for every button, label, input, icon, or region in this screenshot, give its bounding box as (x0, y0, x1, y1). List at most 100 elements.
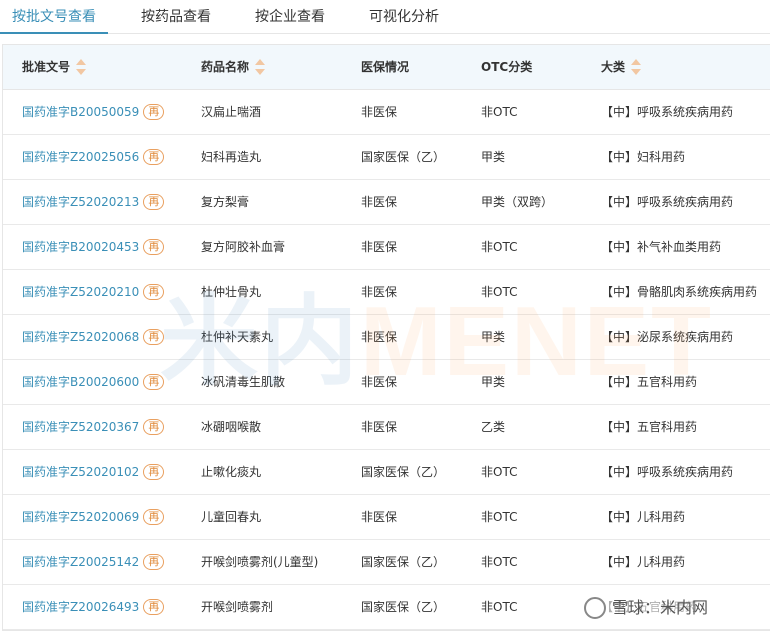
category-cell: 【中】儿科用药 (601, 510, 686, 524)
approval-cell: 国药准字B20020453 再 (22, 225, 165, 269)
insurance-cell: 非医保 (361, 510, 398, 524)
table-header: 批准文号 药品名称 医保情况 OTC分类 大类 (3, 45, 770, 90)
approval-cell: 国药准字B20050059 再 (22, 90, 165, 134)
table-row: 国药准字B20020600 再 冰矾清毒生肌散 非医保 甲类 【中】五官科用药 (3, 360, 770, 405)
insurance-cell: 非医保 (361, 375, 398, 389)
otc-cell: 非OTC (481, 285, 518, 299)
approval-cell: 国药准字Z52020213 再 (22, 180, 165, 224)
drug-name-cell: 开喉剑喷雾剂 (201, 600, 274, 614)
approval-number-link[interactable]: 国药准字Z20026493 (22, 600, 139, 614)
approval-cell: 国药准字Z52020068 再 (22, 315, 165, 359)
approval-number-link[interactable]: 国药准字Z52020102 (22, 465, 139, 479)
approval-number-link[interactable]: 国药准字Z20025142 (22, 555, 139, 569)
re-register-badge: 再 (143, 328, 165, 345)
re-register-badge: 再 (143, 553, 165, 570)
snowball-watermark: 雪球：米内网 (580, 594, 713, 622)
table-row: 国药准字Z20025056 再 妇科再造丸 国家医保（乙） 甲类 【中】妇科用药 (3, 135, 770, 180)
drug-name-cell: 止嗽化痰丸 (201, 465, 262, 479)
approval-cell: 国药准字Z20025142 再 (22, 540, 165, 584)
table-row: 国药准字Z52020213 再 复方梨膏 非医保 甲类（双跨） 【中】呼吸系统疾病用药 (3, 180, 770, 225)
re-register-badge: 再 (143, 148, 165, 165)
drug-name-cell: 复方阿胶补血膏 (201, 240, 286, 254)
column-header-insurance: 医保情况 (361, 60, 410, 74)
approval-number-link[interactable]: 国药准字Z20025056 (22, 150, 139, 164)
insurance-cell: 非医保 (361, 420, 398, 434)
approval-number-link[interactable]: 国药准字Z52020068 (22, 330, 139, 344)
insurance-cell: 国家医保（乙） (361, 150, 446, 164)
category-cell: 【中】补气补血类用药 (601, 240, 722, 254)
drug-name-cell: 开喉剑喷雾剂(儿童型) (201, 555, 319, 569)
column-header-otc: OTC分类 (481, 60, 533, 74)
otc-cell: 非OTC (481, 510, 518, 524)
tab-by-company[interactable]: 按企业查看 (255, 0, 325, 34)
category-cell: 【中】五官科用药 (601, 420, 698, 434)
re-register-badge: 再 (143, 463, 165, 480)
view-tabs: 按批文号查看 按药品查看 按企业查看 可视化分析 (0, 0, 770, 34)
approval-number-link[interactable]: 国药准字Z52020069 (22, 510, 139, 524)
column-header-approval[interactable]: 批准文号 (22, 45, 87, 90)
insurance-cell: 非医保 (361, 105, 398, 119)
drug-name-cell: 儿童回春丸 (201, 510, 262, 524)
approval-number-link[interactable]: 国药准字Z52020367 (22, 420, 139, 434)
drug-name-cell: 妇科再造丸 (201, 150, 262, 164)
drug-name-cell: 冰矾清毒生肌散 (201, 375, 286, 389)
table-row: 国药准字Z52020210 再 杜仲壮骨丸 非医保 非OTC 【中】骨骼肌肉系统疾病用药 (3, 270, 770, 315)
sort-icon[interactable] (255, 58, 266, 75)
approval-number-link[interactable]: 国药准字Z52020210 (22, 285, 139, 299)
approval-cell: 国药准字Z20026493 再 (22, 585, 165, 629)
re-register-badge: 再 (143, 508, 165, 525)
otc-cell: 乙类 (481, 420, 506, 434)
category-cell: 【中】呼吸系统疾病用药 (601, 465, 734, 479)
approval-cell: 国药准字B20020600 再 (22, 360, 165, 404)
table-body: 国药准字B20050059 再汉扁止喘酒 非医保 非OTC 【中】呼吸系统疾病用药 国药准… (3, 90, 770, 630)
drug-name-cell: 复方梨膏 (201, 195, 250, 209)
otc-cell: 非OTC (481, 105, 518, 119)
column-header-drug-name[interactable]: 药品名称 (201, 45, 266, 90)
otc-cell: 非OTC (481, 555, 518, 569)
insurance-cell: 非医保 (361, 240, 398, 254)
re-register-badge: 再 (143, 193, 165, 210)
tab-by-drug[interactable]: 按药品查看 (141, 0, 211, 34)
approval-number-link[interactable]: 国药准字B20020453 (22, 240, 139, 254)
table-row: 国药准字B20050059 再 汉扁止喘酒 非医保 非OTC 【中】呼吸系统疾病用药 (3, 90, 770, 135)
otc-cell: 甲类 (481, 330, 506, 344)
insurance-cell: 非医保 (361, 330, 398, 344)
approval-cell: 国药准字Z52020210 再 (22, 270, 165, 314)
otc-cell: 非OTC (481, 465, 518, 479)
otc-cell: 非OTC (481, 240, 518, 254)
otc-cell: 甲类 (481, 375, 506, 389)
drug-name-cell: 杜仲壮骨丸 (201, 285, 262, 299)
sort-icon[interactable] (631, 58, 642, 75)
approval-number-link[interactable]: 国药准字B20020600 (22, 375, 139, 389)
category-cell: 【中】泌尿系统疾病用药 (601, 330, 734, 344)
approval-number-link[interactable]: 国药准字B20050059 (22, 105, 139, 119)
table-row: 国药准字Z20025142 再 开喉剑喷雾剂(儿童型) 国家医保（乙） 非OTC 【中】儿… (3, 540, 770, 585)
drug-approval-table: 批准文号 药品名称 医保情况 OTC分类 大类 国药准字B20050059 再 汉扁… (2, 44, 770, 631)
tab-visual-analysis[interactable]: 可视化分析 (369, 0, 439, 34)
otc-cell: 非OTC (481, 600, 518, 614)
re-register-badge: 再 (143, 373, 165, 390)
approval-number-link[interactable]: 国药准字Z52020213 (22, 195, 139, 209)
re-register-badge: 再 (143, 598, 165, 615)
re-register-badge: 再 (143, 238, 165, 255)
re-register-badge: 再 (143, 103, 165, 120)
tab-by-approval[interactable]: 按批文号查看 (0, 0, 108, 34)
otc-cell: 甲类 (481, 150, 506, 164)
column-header-category[interactable]: 大类 (601, 45, 642, 90)
otc-cell: 甲类（双跨） (481, 195, 554, 209)
sort-icon[interactable] (76, 58, 87, 75)
approval-cell: 国药准字Z20025056 再 (22, 135, 165, 179)
approval-cell: 国药准字Z52020367 再 (22, 405, 165, 449)
category-cell: 【中】五官科用药 (601, 375, 698, 389)
table-row: 国药准字Z52020367 再 冰硼咽喉散 非医保 乙类 【中】五官科用药 (3, 405, 770, 450)
insurance-cell: 国家医保（乙） (361, 600, 446, 614)
insurance-cell: 非医保 (361, 285, 398, 299)
snowball-logo-icon (584, 596, 606, 619)
insurance-cell: 国家医保（乙） (361, 555, 446, 569)
category-cell: 【中】呼吸系统疾病用药 (601, 195, 734, 209)
drug-name-cell: 汉扁止喘酒 (201, 105, 262, 119)
insurance-cell: 非医保 (361, 195, 398, 209)
table-row: 国药准字Z52020069 再 儿童回春丸 非医保 非OTC 【中】儿科用药 (3, 495, 770, 540)
category-cell: 【中】骨骼肌肉系统疾病用药 (601, 285, 758, 299)
drug-name-cell: 杜仲补天素丸 (201, 330, 274, 344)
